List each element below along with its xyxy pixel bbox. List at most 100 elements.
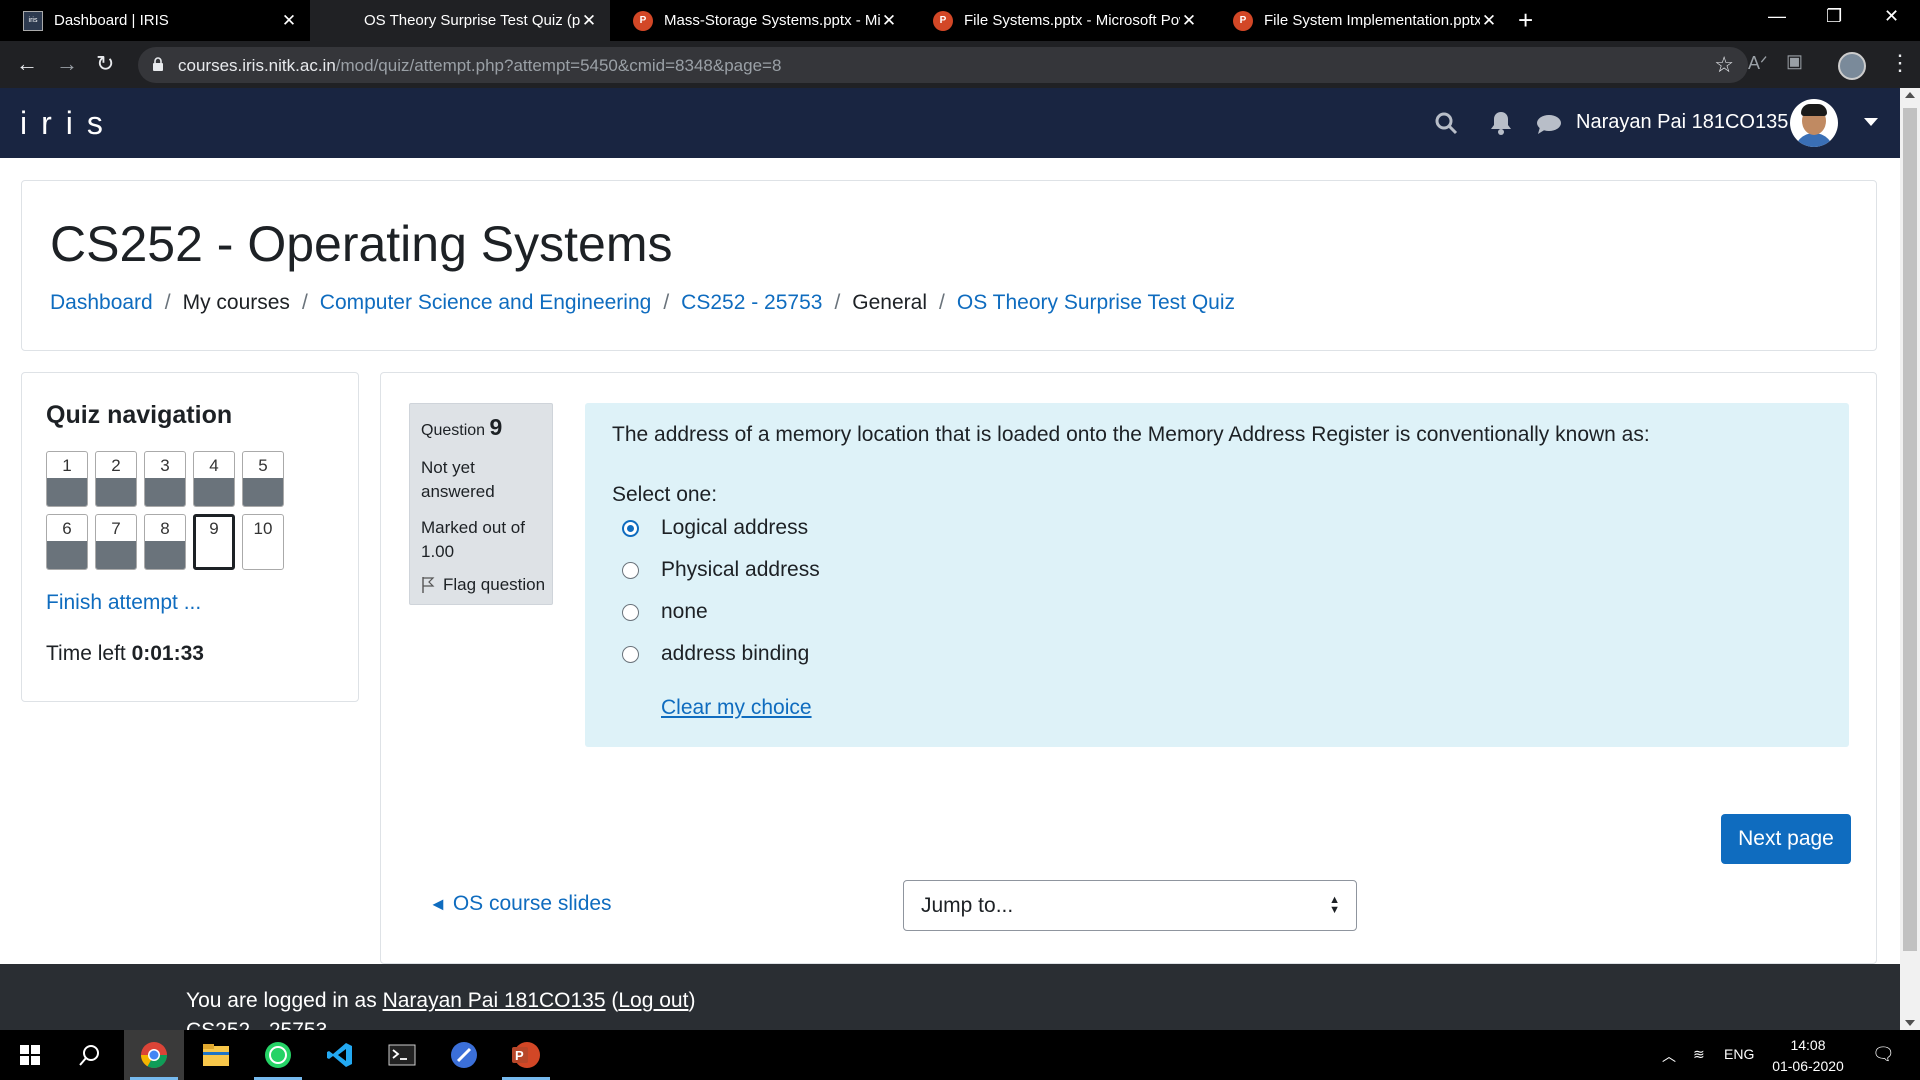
wifi-icon[interactable]: ≋ <box>1693 1046 1705 1063</box>
radio-button-selected[interactable] <box>622 519 639 537</box>
clear-choice-link[interactable]: Clear my choice <box>661 696 812 720</box>
quiz-question-button[interactable]: 6 <box>46 514 88 570</box>
browser-tab-fs-implementation[interactable]: P File System Implementation.pptx ✕ <box>1210 0 1510 41</box>
answer-option[interactable]: Physical address <box>622 558 820 582</box>
quiz-question-button[interactable]: 3 <box>144 451 186 507</box>
tab-title: File Systems.pptx - Microsoft Pow <box>964 12 1180 29</box>
radio-button[interactable] <box>622 603 639 621</box>
close-icon[interactable]: ✕ <box>880 11 898 31</box>
scroll-down-arrow-icon[interactable] <box>1905 1020 1915 1026</box>
close-icon[interactable]: ✕ <box>1180 11 1198 31</box>
tray-overflow-chevron-icon[interactable]: ︿ <box>1662 1046 1676 1066</box>
address-bar[interactable]: courses.iris.nitk.ac.in/mod/quiz/attempt… <box>138 47 1748 83</box>
quiz-navigation-block: Quiz navigation 1 2 3 4 5 6 7 8 9 10 Fin… <box>21 372 359 702</box>
quiz-question-button[interactable]: 5 <box>242 451 284 507</box>
quiz-question-button[interactable]: 2 <box>95 451 137 507</box>
question-grade: Marked out of 1.00 <box>421 518 525 561</box>
minimize-icon[interactable]: — <box>1768 6 1786 27</box>
kebab-menu-icon[interactable]: ⋮ <box>1889 50 1911 76</box>
read-aloud-icon[interactable]: Aᐟ <box>1748 53 1768 74</box>
terminal-icon[interactable] <box>372 1030 432 1080</box>
quiz-question-button[interactable]: 4 <box>193 451 235 507</box>
scroll-up-arrow-icon[interactable] <box>1905 92 1915 98</box>
quiz-question-button[interactable]: 1 <box>46 451 88 507</box>
whatsapp-icon[interactable] <box>248 1030 308 1080</box>
page-header: CS252 - Operating Systems Dashboard / My… <box>21 180 1877 351</box>
file-explorer-icon[interactable] <box>186 1030 246 1080</box>
system-clock[interactable]: 14:08 01-06-2020 <box>1768 1035 1848 1077</box>
notification-bell-icon[interactable] <box>1490 110 1512 136</box>
browser-tab-strip: iris Dashboard | IRIS ✕ OS Theory Surpri… <box>0 0 1920 41</box>
tab-title: OS Theory Surprise Test Quiz (pa <box>364 12 580 29</box>
window-close-icon[interactable]: ✕ <box>1884 6 1899 27</box>
lock-icon <box>153 57 163 71</box>
scrollbar-thumb[interactable] <box>1903 108 1917 951</box>
answer-option[interactable]: none <box>622 600 708 624</box>
new-tab-plus-icon[interactable]: + <box>1518 7 1533 33</box>
next-page-button[interactable]: Next page <box>1721 814 1851 864</box>
tab-title: Dashboard | IRIS <box>54 12 169 29</box>
quiz-question-button-current[interactable]: 9 <box>193 514 235 570</box>
quiz-question-button[interactable]: 10 <box>242 514 284 570</box>
user-name[interactable]: Narayan Pai 181CO135 <box>1576 111 1788 134</box>
close-icon[interactable]: ✕ <box>280 11 298 31</box>
quiz-question-button[interactable]: 7 <box>95 514 137 570</box>
time-left: Time left 0:01:33 <box>46 642 204 665</box>
breadcrumb-department[interactable]: Computer Science and Engineering <box>320 291 652 315</box>
bookmark-star-icon[interactable]: ☆ <box>1714 52 1734 78</box>
chrome-taskbar-icon[interactable] <box>124 1030 184 1080</box>
breadcrumb: Dashboard / My courses / Computer Scienc… <box>50 291 1235 315</box>
footer-user-link[interactable]: Narayan Pai 181CO135 <box>383 989 606 1012</box>
language-indicator[interactable]: ENG <box>1724 1046 1754 1062</box>
breadcrumb-dashboard[interactable]: Dashboard <box>50 291 153 315</box>
prev-activity-link[interactable]: ◄ OS course slides <box>429 892 612 916</box>
quiz-question-button[interactable]: 8 <box>144 514 186 570</box>
search-icon[interactable] <box>60 1030 120 1080</box>
notification-center-icon[interactable]: 🗨 <box>1872 1044 1895 1065</box>
answer-option[interactable]: address binding <box>622 642 809 666</box>
breadcrumb-course[interactable]: CS252 - 25753 <box>681 291 822 315</box>
browser-tab-mass-storage[interactable]: P Mass-Storage Systems.pptx - Mic ✕ <box>610 0 910 41</box>
tab-title: File System Implementation.pptx <box>1264 12 1480 29</box>
user-avatar[interactable] <box>1790 99 1838 147</box>
radio-button[interactable] <box>622 561 639 579</box>
flag-question-button[interactable]: Flag question <box>421 575 545 595</box>
search-icon[interactable] <box>1434 111 1458 135</box>
windows-start-icon[interactable] <box>0 1030 60 1080</box>
browser-profile-avatar[interactable] <box>1838 52 1866 80</box>
close-icon[interactable]: ✕ <box>1480 11 1498 31</box>
jump-to-select[interactable]: Jump to... ▲ ▼ <box>903 880 1357 931</box>
footer-course-link[interactable]: CS252 - 25753 <box>186 1019 327 1030</box>
browser-tab-file-systems[interactable]: P File Systems.pptx - Microsoft Pow ✕ <box>910 0 1210 41</box>
iris-logo[interactable]: iris <box>20 105 117 142</box>
reload-icon[interactable]: ↻ <box>96 51 114 77</box>
page-title: CS252 - Operating Systems <box>50 216 673 272</box>
forward-arrow-icon[interactable]: → <box>56 51 78 77</box>
breadcrumb-section: General <box>852 291 928 314</box>
browser-tab-quiz[interactable]: OS Theory Surprise Test Quiz (pa ✕ <box>310 0 610 41</box>
answer-option-label: Logical address <box>661 516 809 539</box>
page-footer: You are logged in as Narayan Pai 181CO13… <box>0 964 1900 1030</box>
page-scrollbar[interactable] <box>1900 88 1920 1030</box>
restore-icon[interactable]: ❐ <box>1826 6 1842 27</box>
close-icon[interactable]: ✕ <box>580 11 598 31</box>
user-menu-caret-icon[interactable] <box>1864 118 1878 126</box>
radio-button[interactable] <box>622 645 639 663</box>
breadcrumb-quiz[interactable]: OS Theory Surprise Test Quiz <box>957 291 1235 315</box>
answer-option-label: none <box>661 600 708 623</box>
breadcrumb-separator: / <box>939 291 945 314</box>
moodle-favicon-icon <box>333 10 353 31</box>
logout-link[interactable]: Log out <box>618 989 688 1012</box>
reading-list-icon[interactable]: ▣ <box>1786 51 1803 72</box>
powerpoint-taskbar-icon[interactable]: P <box>496 1030 556 1080</box>
vscode-icon[interactable] <box>310 1030 370 1080</box>
flag-question-label: Flag question <box>443 575 546 594</box>
answer-option[interactable]: Logical address <box>622 516 808 540</box>
jump-to-value: Jump to... <box>921 894 1014 917</box>
browser-tab-dashboard[interactable]: iris Dashboard | IRIS ✕ <box>0 0 310 41</box>
snipping-tool-icon[interactable] <box>434 1030 494 1080</box>
messages-chat-icon[interactable] <box>1536 113 1562 135</box>
powerpoint-icon: P <box>1233 10 1253 31</box>
finish-attempt-link[interactable]: Finish attempt ... <box>46 591 201 615</box>
back-arrow-icon[interactable]: ← <box>16 51 38 77</box>
